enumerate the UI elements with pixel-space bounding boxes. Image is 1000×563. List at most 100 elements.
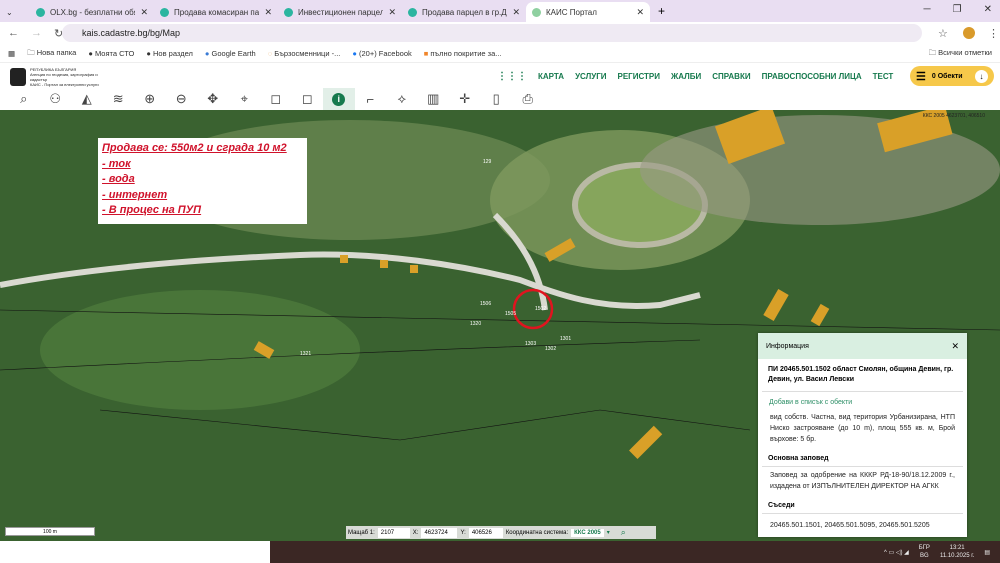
network-icon[interactable]: ⚇ [40, 88, 72, 110]
tab-listing-1[interactable]: Продава комасиран парцел в...✕ [154, 2, 278, 22]
pan-icon[interactable]: ✥ [197, 88, 229, 110]
close-tab-icon[interactable]: ✕ [512, 7, 520, 18]
zoom-in-icon[interactable]: ⊕ [134, 88, 166, 110]
select-rect-icon[interactable]: ◻ [260, 88, 292, 110]
nav-zhalbi[interactable]: ЖАЛБИ [671, 72, 701, 81]
parcel-details: вид собств. Частна, вид територия Урбани… [770, 414, 955, 443]
favicon-icon [160, 7, 169, 17]
close-icon[interactable]: ✕ [951, 341, 959, 352]
info-icon: i [332, 92, 346, 106]
crosshair-icon[interactable]: ✛ [449, 88, 481, 110]
parcel-label: 1505 [505, 311, 516, 317]
favicon-icon [36, 7, 45, 17]
parcel-label: 1301 [560, 336, 571, 342]
map-toolbar: ⌕ ⚇ ◭ ≋ ⊕ ⊖ ✥ ⌖ ◻ ◻ i ⌐ ⟡ ▥ ✛ ▯ ⎙ [0, 88, 1000, 110]
nav-test[interactable]: ТЕСТ [873, 72, 894, 81]
nav-pravosposobni[interactable]: ПРАВОСПОСОБНИ ЛИЦА [762, 72, 862, 81]
add-to-list-link[interactable]: Добави в списък с обекти [758, 392, 967, 409]
parcel-label: 1302 [545, 346, 556, 352]
restore-button[interactable]: ❐ [953, 4, 962, 15]
all-bookmarks[interactable]: 🗀 Всички отметки [929, 47, 992, 60]
bookmark[interactable]: ■ пълно покритие за... [424, 49, 502, 58]
nav-registri[interactable]: РЕГИСТРИ [618, 72, 661, 81]
close-tab-icon[interactable]: ✕ [264, 7, 272, 18]
bookmarks-bar: ▦ 🗀 Нова папка ● Моята СТО ● Нов раздел … [0, 44, 1000, 62]
tray-icons[interactable]: ^ ▭ ◁) ◢ [884, 549, 909, 556]
bookmark[interactable]: 🗀 Нова папка [27, 47, 76, 60]
close-tab-icon[interactable]: ✕ [140, 7, 148, 18]
download-icon[interactable]: ↓ [975, 69, 988, 83]
info-tool[interactable]: i [323, 88, 355, 110]
notification-icon[interactable]: ▤ [984, 549, 990, 556]
bookmark[interactable]: ● Моята СТО [88, 49, 134, 58]
apps-icon[interactable]: ▦ [8, 49, 15, 58]
chevron-down-icon[interactable]: ▾ [607, 529, 610, 536]
bookmark[interactable]: ● Нов раздел [146, 49, 193, 58]
site-header: РЕПУБЛИКА БЪЛГАРИЯ Агенция по геодезия, к… [0, 62, 1000, 88]
parcel-label: 1320 [470, 321, 481, 327]
hamburger-icon: ☰ [916, 70, 926, 83]
bookmark[interactable]: ◌ Бързосменници -... [268, 49, 341, 58]
new-tab-button[interactable]: + [658, 4, 665, 18]
taskbar: ^ ▭ ◁) ◢ БГР BG 13:21 11.10.2025 г. ▤ [0, 541, 1000, 563]
layers-icon[interactable]: ≋ [103, 88, 135, 110]
back-icon[interactable]: ← [8, 27, 19, 39]
tab-listing-2[interactable]: Инвестиционен парцел в гр.Д...✕ [278, 2, 402, 22]
pin-icon[interactable]: ⌖ [229, 88, 261, 110]
order-text: Заповед за одобрение на КККР РД-18-90/18… [770, 472, 955, 490]
coordinate-system-select[interactable]: ККС 2005 [571, 528, 604, 537]
neighbors-text: 20465.501.1501, 20465.501.5095, 20465.50… [770, 522, 930, 529]
minimize-button[interactable]: ─ [924, 4, 931, 15]
favicon-icon [284, 7, 293, 17]
coat-of-arms-icon [10, 68, 26, 86]
measure-area-icon[interactable]: ⟡ [386, 88, 418, 110]
close-tab-icon[interactable]: ✕ [388, 7, 396, 18]
bookmark[interactable]: ● (20+) Facebook [352, 49, 411, 58]
search-icon[interactable]: ⌕ [8, 88, 40, 110]
coordinate-bar: Мащаб 1: 2107 X: 4623724 Y: 406526 Коорд… [346, 526, 656, 539]
order-heading: Основна заповед [762, 451, 963, 467]
objects-button[interactable]: ☰ 0 Обекти ↓ [910, 66, 994, 86]
deselect-rect-icon[interactable]: ◻ [292, 88, 324, 110]
info-panel-title: Информация [766, 342, 809, 350]
nav-spravki[interactable]: СПРАВКИ [712, 72, 750, 81]
apps-grid-icon[interactable]: ⋮⋮⋮ [497, 71, 527, 82]
parcel-label: 129 [483, 159, 492, 165]
language-indicator[interactable]: БГР BG [919, 544, 930, 560]
address-bar-row: ← → ↻ kais.cadastre.bg/bg/Map ☆ ⋮ [0, 22, 1000, 44]
parcel-label: 1502 [535, 306, 546, 312]
bookmark[interactable]: ● Google Earth [205, 49, 256, 58]
tab-kais[interactable]: КАИС Портал ✕ [526, 2, 650, 22]
parcel-label: 1321 [300, 351, 311, 357]
zoom-out-icon[interactable]: ⊖ [166, 88, 198, 110]
star-icon[interactable]: ☆ [938, 27, 948, 40]
nav-karta[interactable]: КАРТА [538, 72, 564, 81]
profile-avatar[interactable] [963, 27, 975, 39]
menu-icon[interactable]: ⋮ [988, 27, 999, 40]
corner-coordinates: ККС 2005 4623701, 406510 [922, 113, 985, 119]
tab-search-button[interactable]: ⌄ [0, 2, 30, 22]
map-icon[interactable]: ▥ [418, 88, 450, 110]
clock[interactable]: 13:21 11.10.2025 г. [940, 544, 974, 560]
search-icon[interactable]: ⌕ [621, 527, 626, 538]
layers-hat-icon[interactable]: ◭ [71, 88, 103, 110]
logo[interactable]: РЕПУБЛИКА БЪЛГАРИЯ Агенция по геодезия, к… [10, 67, 110, 87]
info-panel: Информация ✕ ПИ 20465.501.1502 област Смо… [758, 333, 967, 537]
document-icon[interactable]: ▯ [481, 88, 513, 110]
print-icon[interactable]: ⎙ [512, 88, 544, 110]
x-input[interactable]: 4623724 [421, 527, 458, 538]
tab-listing-3[interactable]: Продава парцел в гр.Девин п...✕ [402, 2, 526, 22]
y-input[interactable]: 406526 [468, 527, 503, 538]
sale-annotation: Продава се: 550м2 и сграда 10 м2 - ток -… [98, 138, 307, 224]
forward-icon[interactable]: → [31, 27, 42, 39]
measure-line-icon[interactable]: ⌐ [355, 88, 387, 110]
tab-olx[interactable]: OLX.bg - безплатни обяви✕ [30, 2, 154, 22]
url-input[interactable]: kais.cadastre.bg/bg/Map [62, 24, 922, 42]
close-tab-icon[interactable]: ✕ [636, 7, 644, 18]
close-window-button[interactable]: ✕ [984, 4, 992, 15]
favicon-icon [532, 7, 541, 17]
parcel-label: 1303 [525, 341, 536, 347]
parcel-title: ПИ 20465.501.1502 област Смолян, община … [762, 359, 963, 392]
scale-input[interactable]: 2107 [377, 527, 410, 538]
nav-uslugi[interactable]: УСЛУГИ [575, 72, 606, 81]
